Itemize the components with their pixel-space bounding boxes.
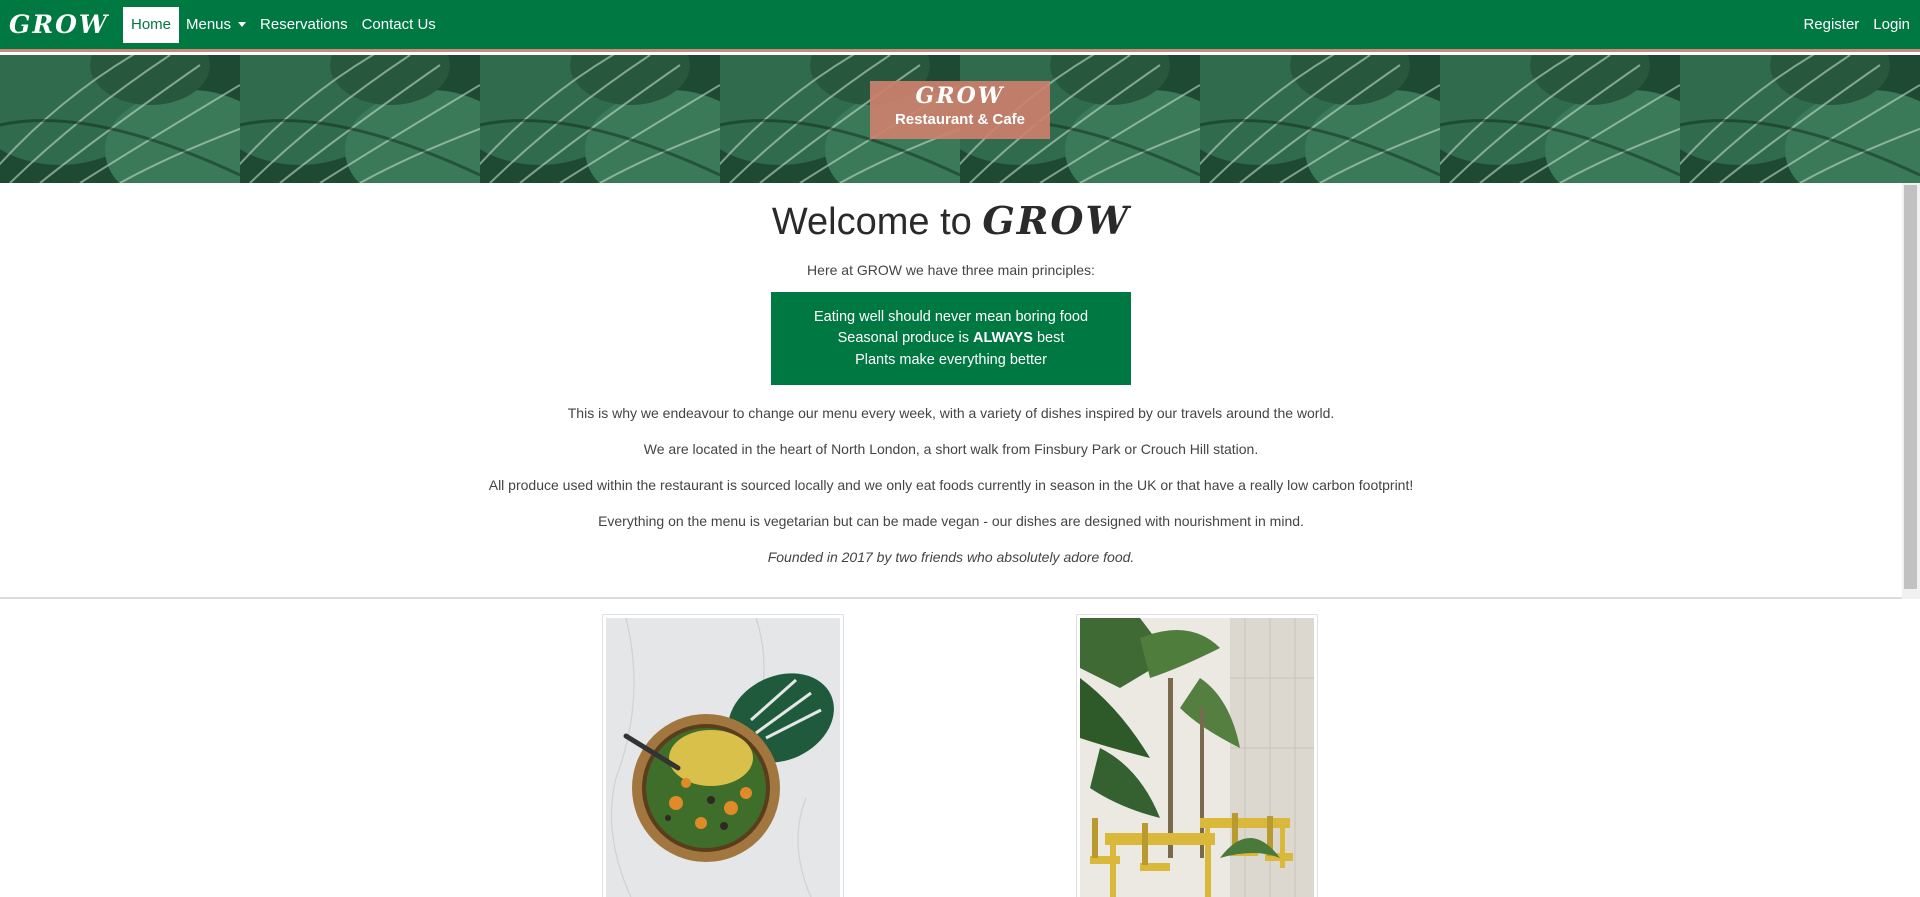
food-bowl-photo	[602, 614, 844, 897]
nav-reservations-link[interactable]: Reservations	[253, 7, 355, 43]
food-bowl-image	[606, 618, 840, 897]
page-title: Welcome to GROW	[0, 200, 1902, 244]
nav-menus-dropdown[interactable]: Menus	[179, 7, 253, 43]
paragraph-menu: This is why we endeavour to change our m…	[567, 404, 1335, 421]
welcome-brand: GROW	[982, 198, 1131, 243]
principle-2-post: best	[1036, 330, 1065, 347]
navbar: GROW Home Menus Reservations Contact Us …	[0, 0, 1920, 52]
section-divider	[0, 597, 1902, 599]
welcome-prefix: Welcome to	[771, 201, 972, 243]
nav-menus-label: Menus	[186, 15, 232, 33]
caret-down-icon	[238, 22, 247, 27]
hero-title: GROW	[915, 83, 1005, 109]
hero-banner: GROW Restaurant & Cafe	[0, 55, 1920, 183]
restaurant-interior-image	[1080, 618, 1314, 897]
principle-2-emphasis: ALWAYS	[973, 330, 1033, 347]
welcome-section: Welcome to GROW Here at GROW we have thr…	[0, 183, 1902, 597]
principle-2-pre: Seasonal produce is	[837, 330, 969, 347]
brand-logo[interactable]: GROW	[9, 10, 109, 39]
section-scrollbar-thumb[interactable]	[1904, 185, 1917, 589]
paragraph-produce: All produce used within the restaurant i…	[488, 476, 1414, 493]
paragraph-location: We are located in the heart of North Lon…	[643, 440, 1259, 457]
intro-text: Here at GROW we have three main principl…	[807, 261, 1095, 278]
restaurant-interior-photo	[1076, 614, 1318, 897]
principles-box: Eating well should never mean boring foo…	[771, 291, 1131, 385]
nav-auth-links: Register Login	[1796, 7, 1917, 43]
nav-home-link[interactable]: Home	[122, 6, 179, 43]
nav-links: Home Menus Reservations Contact Us	[122, 6, 443, 43]
paragraph-vegetarian: Everything on the menu is vegetarian but…	[598, 512, 1304, 529]
nav-login-link[interactable]: Login	[1866, 7, 1917, 43]
founded-text: Founded in 2017 by two friends who absol…	[767, 548, 1135, 565]
nav-contact-link[interactable]: Contact Us	[355, 7, 443, 43]
principle-3: Plants make everything better	[855, 351, 1047, 368]
principle-2: Seasonal produce is ALWAYS best	[771, 328, 1131, 350]
nav-register-link[interactable]: Register	[1796, 7, 1866, 43]
principle-1: Eating well should never mean boring foo…	[813, 308, 1089, 325]
hero-title-badge: GROW Restaurant & Cafe	[870, 81, 1050, 139]
hero-subtitle: Restaurant & Cafe	[894, 111, 1026, 128]
